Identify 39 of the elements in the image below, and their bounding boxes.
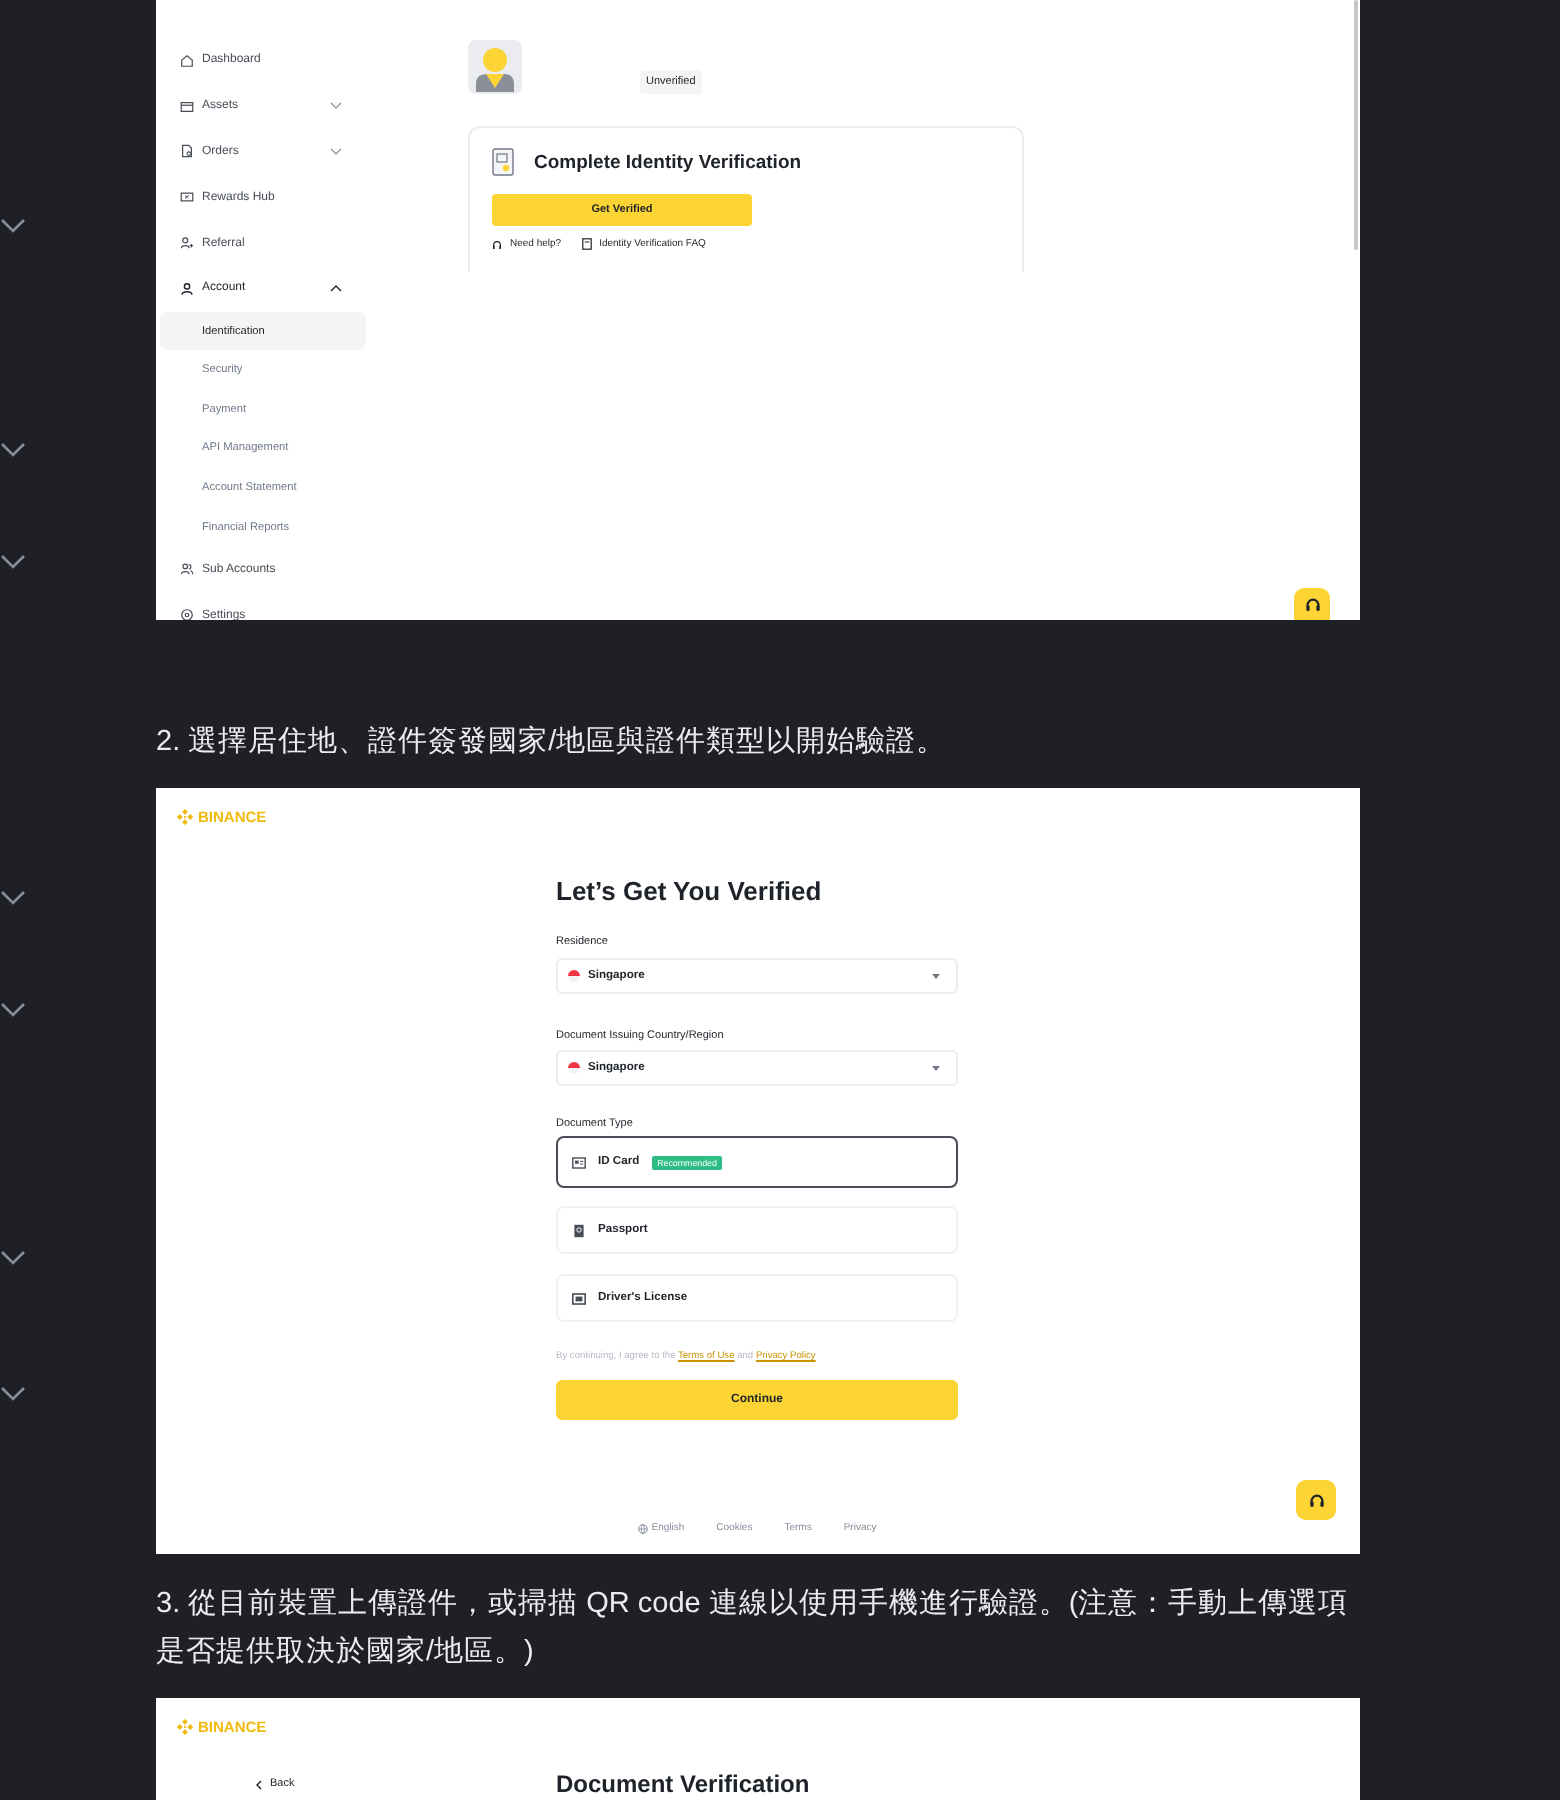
- step-caption: 2. 選擇居住地、證件簽發國家/地區與證件類型以開始驗證。: [156, 723, 949, 762]
- chevron-down-icon[interactable]: [0, 1386, 26, 1402]
- flag-icon: [568, 1062, 580, 1074]
- license-icon: [572, 1291, 586, 1305]
- user-icon: [180, 281, 194, 296]
- user-plus-icon: [180, 236, 194, 251]
- ticket-icon: [180, 190, 194, 205]
- form-title: Let’s Get You Verified: [556, 876, 824, 908]
- book-icon: [581, 238, 592, 250]
- chevron-left-icon: [256, 1779, 262, 1789]
- page-title: Document Verification: [556, 1770, 812, 1798]
- headset-icon: [1303, 595, 1321, 613]
- id-document-icon: [492, 148, 514, 176]
- globe-icon: [637, 1523, 648, 1533]
- chevron-down-icon[interactable]: [0, 554, 26, 570]
- step-caption: 3. 從目前裝置上傳證件，或掃描 QR code 連線以使用手機進行驗證。(注意：手動上傳選項是否提供取決於國家/地區。): [156, 1585, 1351, 1672]
- chevron-down-icon[interactable]: [0, 218, 26, 234]
- chevron-down-icon[interactable]: [0, 1250, 26, 1266]
- chevron-down-icon[interactable]: [0, 442, 26, 458]
- chevron-down-icon[interactable]: [0, 890, 26, 906]
- support-button[interactable]: [1296, 1480, 1336, 1520]
- logo-icon: [176, 807, 194, 825]
- caret-down-icon: [932, 1065, 940, 1071]
- gear-icon: [180, 608, 194, 620]
- passport-icon: [572, 1223, 586, 1237]
- home-icon: [180, 53, 194, 68]
- caret-down-icon: [932, 973, 940, 979]
- id-card-icon: [572, 1155, 586, 1169]
- logo-icon: [176, 1717, 194, 1735]
- avatar-icon: [468, 40, 522, 94]
- card-title: Complete Identity Verification: [534, 151, 802, 173]
- wallet-icon: [180, 99, 194, 114]
- chevron-down-icon[interactable]: [0, 1002, 26, 1018]
- headset-icon: [1307, 1491, 1325, 1509]
- users-icon: [180, 562, 194, 577]
- headset-icon: [492, 239, 502, 249]
- document-icon: [180, 144, 194, 159]
- flag-icon: [568, 970, 580, 982]
- support-button[interactable]: [1294, 588, 1330, 620]
